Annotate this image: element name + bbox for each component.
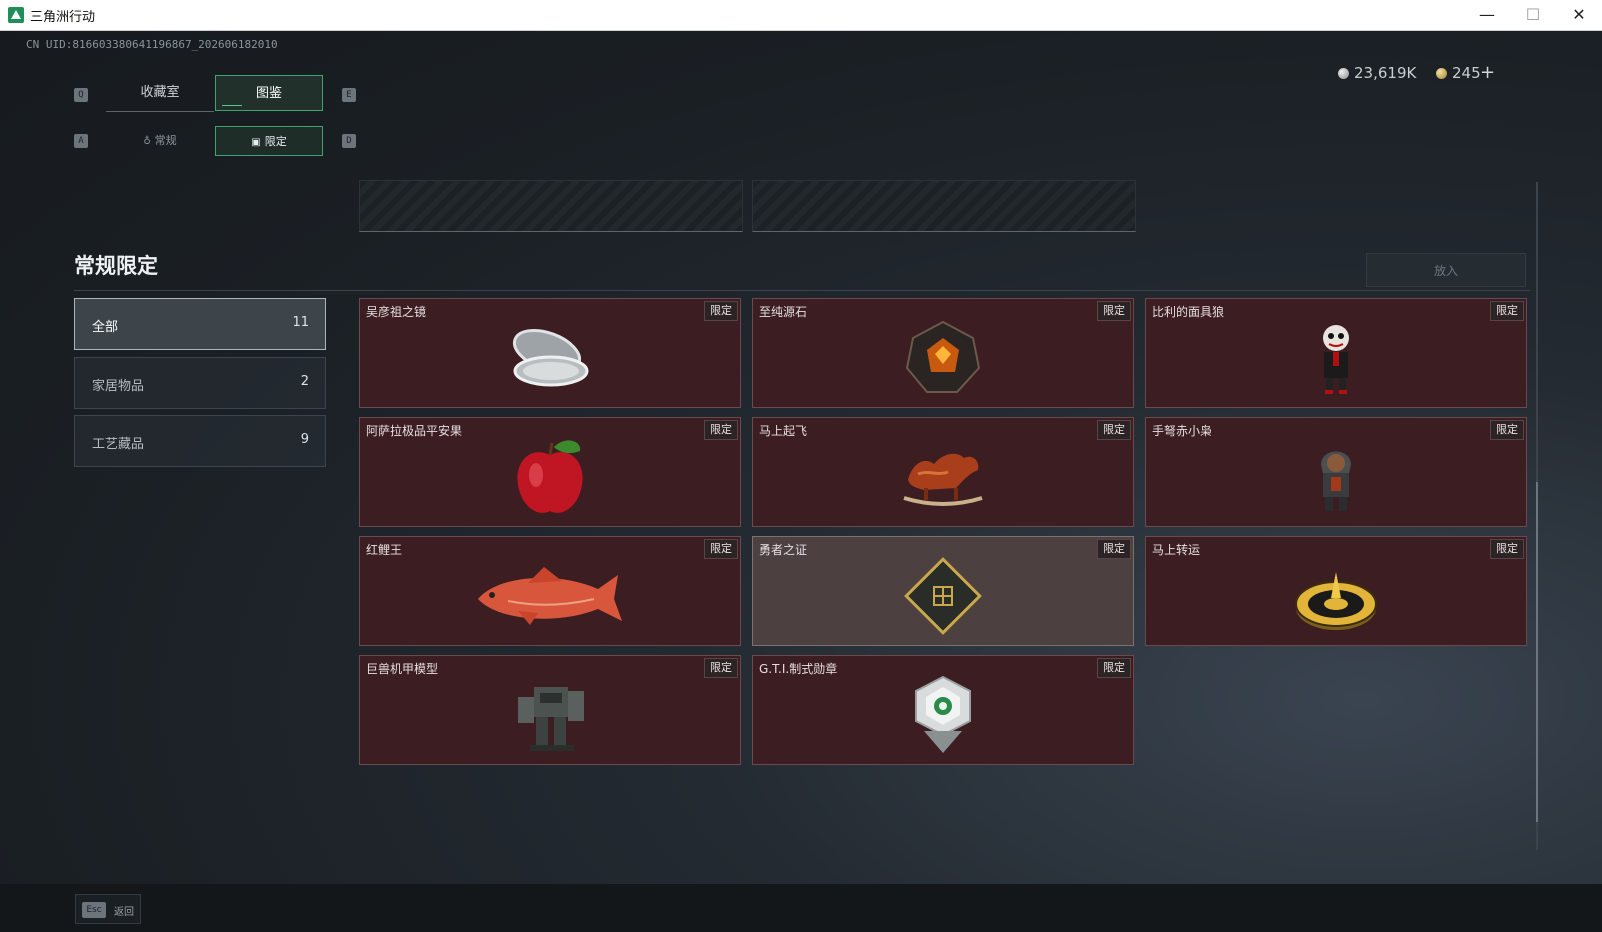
limited-badge: 限定 (1490, 301, 1524, 321)
item-card[interactable]: 吴彦祖之镜 限定 (359, 298, 741, 408)
category-count: 11 (292, 315, 309, 330)
gold-amount: 245 (1452, 64, 1481, 82)
grid-scrollbar[interactable] (1536, 182, 1538, 850)
item-card[interactable]: 马上转运 限定 (1145, 536, 1527, 646)
item-card[interactable]: 红鲤王 限定 (359, 536, 741, 646)
regular-icon: ♁ (143, 136, 151, 147)
item-name: 至纯源石 (759, 305, 808, 319)
item-name: 马上起飞 (759, 424, 808, 438)
section-title: 常规限定 (74, 254, 158, 278)
banner-slot-1[interactable] (359, 180, 743, 232)
gold-currency: 245 (1436, 64, 1481, 82)
close-button[interactable]: ✕ (1556, 0, 1602, 30)
limited-badge: 限定 (1097, 301, 1131, 321)
item-name: 比利的面具狼 (1152, 305, 1225, 319)
item-card[interactable]: 巨兽机甲模型 限定 (359, 655, 741, 765)
mech-model-icon (518, 687, 584, 752)
item-name: 红鲤王 (366, 543, 403, 557)
key-a-hint: A (74, 134, 88, 148)
app-logo-icon (8, 7, 24, 23)
category-all[interactable]: 全部 11 (74, 298, 326, 350)
gold-compass-icon (1295, 572, 1377, 631)
minimize-button[interactable]: — (1464, 0, 1510, 30)
key-e-hint: E (342, 88, 356, 102)
put-in-button[interactable]: 放入 (1366, 253, 1526, 287)
item-card[interactable]: G.T.I.制式勋章 限定 (752, 655, 1134, 765)
key-q-hint: Q (74, 88, 88, 102)
item-name: 巨兽机甲模型 (366, 662, 439, 676)
limited-badge: 限定 (1097, 658, 1131, 678)
window-title: 三角洲行动 (30, 10, 96, 25)
back-button[interactable]: Esc 返回 (75, 894, 141, 924)
banner-slot-2[interactable] (752, 180, 1136, 232)
scrollbar-thumb[interactable] (1536, 482, 1538, 822)
back-label: 返回 (114, 907, 134, 918)
hooded-figure-icon (1321, 451, 1351, 512)
user-uid: CN UID:816603380641196867_202606182010 (26, 38, 278, 51)
item-name: 勇者之证 (759, 543, 808, 557)
limited-badge: 限定 (1490, 420, 1524, 440)
esc-key-hint: Esc (82, 902, 106, 918)
window-titlebar: 三角洲行动 — ☐ ✕ (0, 0, 1602, 31)
medal-icon (915, 676, 971, 754)
item-card[interactable]: 至纯源石 限定 (752, 298, 1134, 408)
subtab-limited[interactable]: ▣ 限定 (215, 126, 323, 156)
limited-badge: 限定 (1097, 420, 1131, 440)
compact-mirror-icon (512, 329, 589, 387)
source-stone-icon (905, 321, 981, 394)
limited-badge: 限定 (704, 658, 738, 678)
limited-badge: 限定 (1097, 539, 1131, 559)
category-count: 9 (300, 432, 309, 447)
bottom-bar (0, 884, 1602, 932)
item-name: G.T.I.制式勋章 (759, 662, 838, 676)
item-card[interactable]: 手弩赤小枭 限定 (1145, 417, 1527, 527)
item-name: 吴彦祖之镜 (366, 305, 427, 319)
category-crafts[interactable]: 工艺藏品 9 (74, 415, 326, 467)
category-label: 全部 (92, 320, 119, 335)
limited-badge: 限定 (1490, 539, 1524, 559)
subtab-limited-label: 限定 (264, 135, 287, 148)
tab-collection-room[interactable]: 收藏室 (106, 75, 214, 112)
category-count: 2 (300, 374, 309, 389)
apple-icon (517, 440, 583, 514)
subtab-regular-label: 常规 (154, 134, 177, 147)
item-card[interactable]: 勇者之证 限定 (752, 536, 1134, 646)
limited-icon: ▣ (251, 137, 261, 148)
add-currency-button[interactable]: + (1480, 62, 1495, 83)
subtab-regular[interactable]: ♁ 常规 (106, 126, 214, 156)
item-name: 手弩赤小枭 (1152, 424, 1213, 438)
key-d-hint: D (342, 134, 356, 148)
category-label: 工艺藏品 (92, 437, 145, 452)
carp-icon (478, 567, 622, 626)
silver-coin-icon (1338, 68, 1349, 79)
category-label: 家居物品 (92, 379, 145, 394)
tab-catalog[interactable]: 图鉴 (215, 75, 323, 111)
limited-badge: 限定 (704, 301, 738, 321)
item-card[interactable]: 阿萨拉极品平安果 限定 (359, 417, 741, 527)
maximize-button[interactable]: ☐ (1510, 0, 1556, 30)
silver-amount: 23,619K (1354, 64, 1417, 82)
gold-coin-icon (1436, 68, 1447, 79)
limited-badge: 限定 (704, 539, 738, 559)
item-name: 马上转运 (1152, 543, 1201, 557)
item-card[interactable]: 比利的面具狼 限定 (1145, 298, 1527, 408)
item-name: 阿萨拉极品平安果 (366, 424, 463, 438)
silver-currency: 23,619K (1338, 64, 1416, 82)
emblem-card-icon (904, 557, 982, 636)
rocking-horse-icon (903, 454, 983, 507)
limited-badge: 限定 (704, 420, 738, 440)
section-divider (74, 290, 1530, 291)
category-home-items[interactable]: 家居物品 2 (74, 357, 326, 409)
item-card[interactable]: 马上起飞 限定 (752, 417, 1134, 527)
puppet-figure-icon (1323, 325, 1349, 395)
